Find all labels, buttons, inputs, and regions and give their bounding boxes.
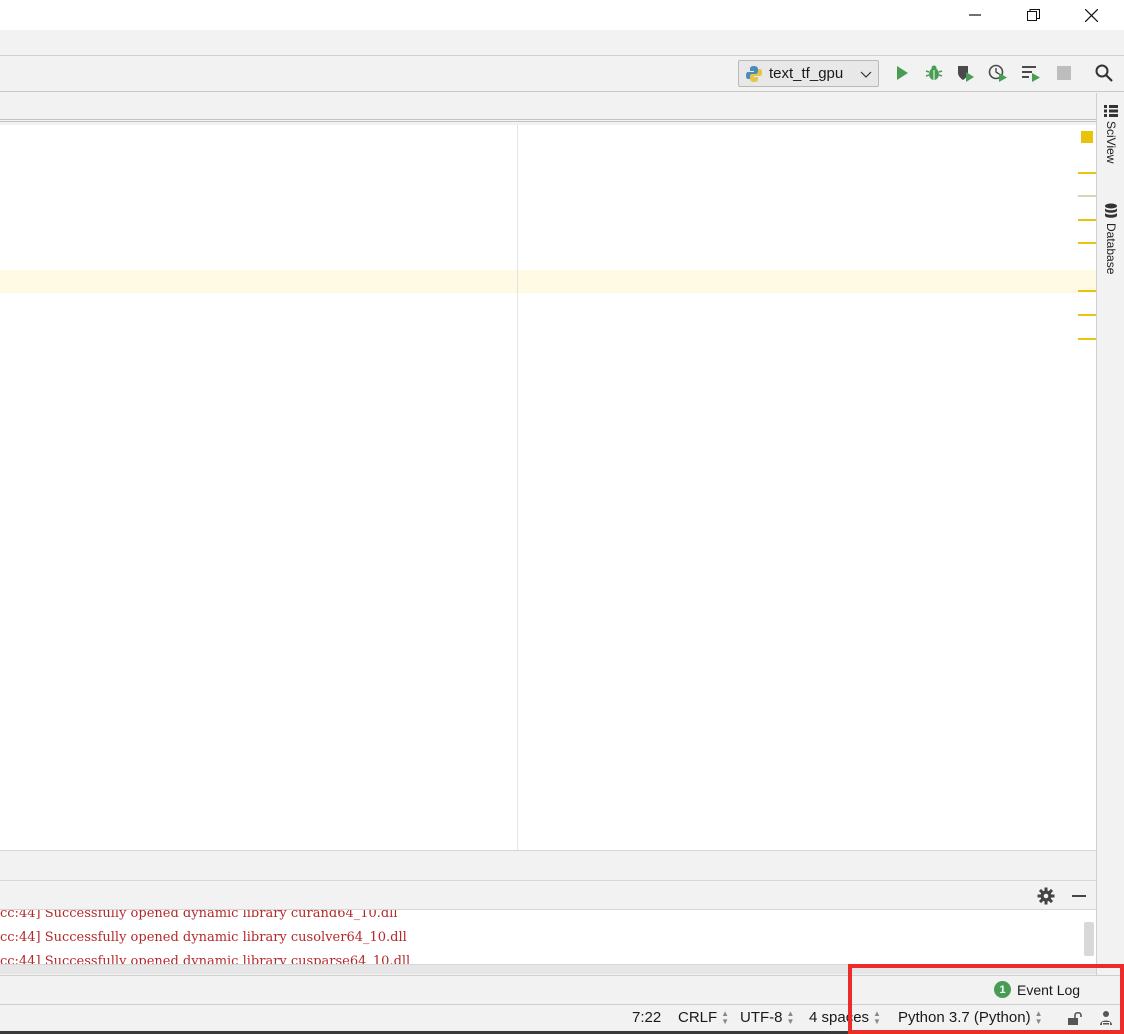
debug-icon xyxy=(925,65,943,80)
run-configuration-label: text_tf_gpu xyxy=(769,65,844,82)
warning-marker[interactable] xyxy=(1078,195,1096,197)
inspection-profile-button[interactable] xyxy=(1098,1010,1114,1026)
restore-icon xyxy=(1026,8,1040,21)
profile-button[interactable] xyxy=(987,62,1009,84)
minimize-icon xyxy=(1072,895,1086,897)
close-icon xyxy=(1084,8,1098,22)
stop-button[interactable] xyxy=(1053,62,1075,84)
profile-icon xyxy=(988,64,1007,82)
main-toolbar: text_tf_gpu xyxy=(0,56,1124,92)
right-margin-guide xyxy=(517,125,518,850)
encoding-selector[interactable]: UTF-8 ▲ ▼ xyxy=(740,1008,795,1026)
console-output[interactable]: cc:44] Successfully opened dynamic libra… xyxy=(0,910,1096,964)
warning-marker[interactable] xyxy=(1078,314,1096,316)
up-down-arrows-icon: ▲ ▼ xyxy=(721,1008,730,1026)
minimize-icon xyxy=(969,14,981,16)
concurrency-icon xyxy=(1022,66,1040,82)
console-toolbar xyxy=(0,880,1096,910)
database-icon xyxy=(1105,203,1117,218)
coverage-icon xyxy=(958,66,974,82)
run-tool-window-header xyxy=(0,850,1096,880)
stop-icon xyxy=(1057,66,1071,80)
title-bar xyxy=(0,0,1124,30)
run-button[interactable] xyxy=(891,62,913,84)
inspector-icon xyxy=(1100,1011,1112,1025)
debug-button[interactable] xyxy=(923,62,945,84)
gear-icon xyxy=(1037,887,1055,905)
up-down-arrows-icon: ▲ ▼ xyxy=(873,1008,881,1026)
read-only-toggle[interactable] xyxy=(1067,1010,1083,1026)
database-label: Database xyxy=(1104,223,1118,275)
bottom-tool-window-bar: 1 Event Log xyxy=(0,975,1124,1004)
event-log-button[interactable]: 1 Event Log xyxy=(994,981,1080,998)
console-line: cc:44] Successfully opened dynamic libra… xyxy=(0,954,411,964)
editor-tab-strip xyxy=(0,93,1096,122)
warning-marker[interactable] xyxy=(1078,290,1096,292)
up-down-arrows-icon: ▲ ▼ xyxy=(1034,1008,1043,1026)
hide-panel-button[interactable] xyxy=(1070,887,1088,908)
inspection-status-icon[interactable] xyxy=(1081,131,1093,143)
indent-selector[interactable]: 4 spaces ▲ ▼ xyxy=(809,1008,881,1026)
search-everywhere-button[interactable] xyxy=(1093,62,1115,84)
error-stripe[interactable] xyxy=(1078,125,1096,850)
up-down-arrows-icon: ▲ ▼ xyxy=(786,1008,795,1026)
line-separator-selector[interactable]: CRLF ▲ ▼ xyxy=(678,1008,730,1026)
sciview-icon xyxy=(1104,105,1118,117)
menu-bar xyxy=(0,30,1124,56)
run-configuration-selector[interactable]: text_tf_gpu xyxy=(738,60,879,87)
warning-marker[interactable] xyxy=(1078,242,1096,244)
caret-position[interactable]: 7:22 xyxy=(632,1009,661,1026)
run-with-coverage-button[interactable] xyxy=(955,62,977,84)
database-tool-button[interactable]: Database xyxy=(1097,203,1124,274)
encoding-text: UTF-8 xyxy=(740,1009,783,1026)
minimize-button[interactable] xyxy=(946,0,1004,30)
line-separator-text: CRLF xyxy=(678,1009,718,1026)
indent-text: 4 spaces xyxy=(809,1009,870,1026)
restore-button[interactable] xyxy=(1004,0,1062,30)
caret-position-text: 7:22 xyxy=(632,1009,662,1026)
event-log-label: Event Log xyxy=(1017,981,1081,998)
event-log-count-badge: 1 xyxy=(994,981,1011,998)
concurrency-diagram-button[interactable] xyxy=(1020,62,1042,84)
unlock-icon xyxy=(1068,1011,1082,1025)
console-scrollbar[interactable] xyxy=(1084,922,1094,956)
search-icon xyxy=(1095,64,1113,82)
settings-button[interactable] xyxy=(1037,887,1055,908)
sciview-tool-button[interactable]: SciView xyxy=(1097,105,1124,163)
close-button[interactable] xyxy=(1062,0,1120,30)
warning-marker[interactable] xyxy=(1078,338,1096,340)
console-line: cc:44] Successfully opened dynamic libra… xyxy=(0,930,407,945)
right-tool-window-bar: SciView Database xyxy=(1096,93,1124,975)
status-bar: 7:22 CRLF ▲ ▼ UTF-8 ▲ ▼ 4 spaces ▲ ▼ Python… xyxy=(0,1004,1124,1031)
python-icon xyxy=(746,65,762,82)
warning-marker[interactable] xyxy=(1078,172,1096,174)
sciview-label: SciView xyxy=(1104,121,1118,164)
current-line-highlight xyxy=(0,270,1096,293)
code-editor[interactable] xyxy=(0,125,1096,850)
chevron-down-icon xyxy=(860,71,872,78)
console-line: cc:44] Successfully opened dynamic libra… xyxy=(0,910,398,921)
console-horizontal-scrollbar[interactable] xyxy=(0,964,1096,974)
warning-marker[interactable] xyxy=(1078,219,1096,221)
interpreter-text: Python 3.7 (Python) xyxy=(898,1009,1031,1026)
interpreter-selector[interactable]: Python 3.7 (Python) ▲ ▼ xyxy=(898,1008,1043,1026)
run-icon xyxy=(897,66,908,80)
